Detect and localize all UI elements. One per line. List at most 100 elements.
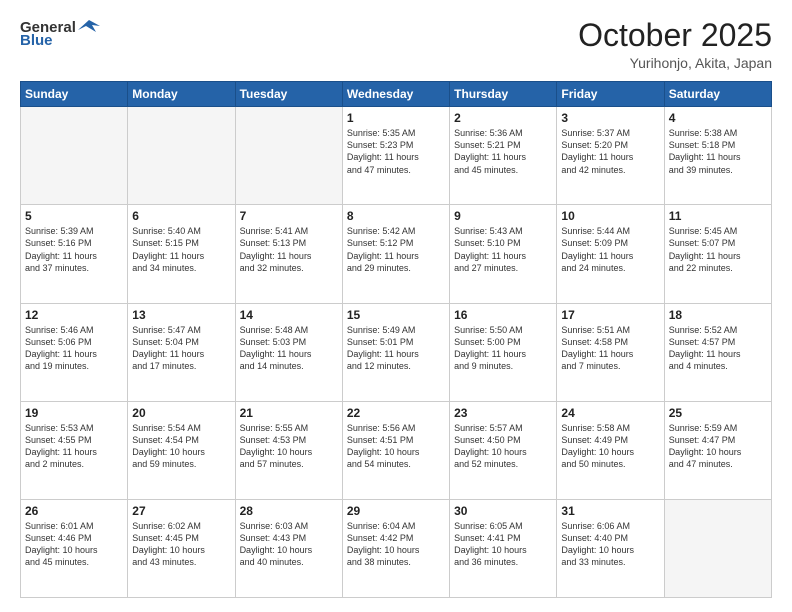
cell-text: Sunrise: 6:03 AM Sunset: 4:43 PM Dayligh… bbox=[240, 520, 338, 569]
cell-text: Sunrise: 5:47 AM Sunset: 5:04 PM Dayligh… bbox=[132, 324, 230, 373]
week-row-3: 19 Sunrise: 5:53 AM Sunset: 4:55 PM Dayli… bbox=[21, 401, 772, 499]
calendar-cell: 31 Sunrise: 6:06 AM Sunset: 4:40 PM Dayli… bbox=[557, 499, 664, 597]
day-number: 14 bbox=[240, 308, 338, 322]
calendar-cell bbox=[664, 499, 771, 597]
day-number: 4 bbox=[669, 111, 767, 125]
day-number: 10 bbox=[561, 209, 659, 223]
day-number: 12 bbox=[25, 308, 123, 322]
week-row-0: 1 Sunrise: 5:35 AM Sunset: 5:23 PM Daylig… bbox=[21, 107, 772, 205]
logo-bird-icon bbox=[78, 18, 100, 36]
day-number: 9 bbox=[454, 209, 552, 223]
cell-text: Sunrise: 5:51 AM Sunset: 4:58 PM Dayligh… bbox=[561, 324, 659, 373]
calendar-cell: 8 Sunrise: 5:42 AM Sunset: 5:12 PM Daylig… bbox=[342, 205, 449, 303]
day-number: 21 bbox=[240, 406, 338, 420]
calendar-cell: 4 Sunrise: 5:38 AM Sunset: 5:18 PM Daylig… bbox=[664, 107, 771, 205]
cell-text: Sunrise: 5:55 AM Sunset: 4:53 PM Dayligh… bbox=[240, 422, 338, 471]
cell-text: Sunrise: 5:57 AM Sunset: 4:50 PM Dayligh… bbox=[454, 422, 552, 471]
cell-text: Sunrise: 6:02 AM Sunset: 4:45 PM Dayligh… bbox=[132, 520, 230, 569]
calendar-cell: 27 Sunrise: 6:02 AM Sunset: 4:45 PM Dayli… bbox=[128, 499, 235, 597]
calendar-cell: 13 Sunrise: 5:47 AM Sunset: 5:04 PM Dayli… bbox=[128, 303, 235, 401]
calendar-cell: 17Sunrise: 5:51 AM Sunset: 4:58 PM Dayli… bbox=[557, 303, 664, 401]
weekday-header-monday: Monday bbox=[128, 82, 235, 107]
title-block: October 2025 Yurihonjo, Akita, Japan bbox=[578, 18, 772, 71]
day-number: 1 bbox=[347, 111, 445, 125]
day-number: 31 bbox=[561, 504, 659, 518]
weekday-header-friday: Friday bbox=[557, 82, 664, 107]
calendar-cell: 15Sunrise: 5:49 AM Sunset: 5:01 PM Dayli… bbox=[342, 303, 449, 401]
cell-text: Sunrise: 5:53 AM Sunset: 4:55 PM Dayligh… bbox=[25, 422, 123, 471]
month-title: October 2025 bbox=[578, 18, 772, 53]
cell-text: Sunrise: 6:06 AM Sunset: 4:40 PM Dayligh… bbox=[561, 520, 659, 569]
cell-text: Sunrise: 5:39 AM Sunset: 5:16 PM Dayligh… bbox=[25, 225, 123, 274]
cell-text: Sunrise: 6:04 AM Sunset: 4:42 PM Dayligh… bbox=[347, 520, 445, 569]
day-number: 7 bbox=[240, 209, 338, 223]
calendar-cell: 21 Sunrise: 5:55 AM Sunset: 4:53 PM Dayli… bbox=[235, 401, 342, 499]
day-number: 25 bbox=[669, 406, 767, 420]
cell-text: Sunrise: 5:36 AM Sunset: 5:21 PM Dayligh… bbox=[454, 127, 552, 176]
week-row-2: 12 Sunrise: 5:46 AM Sunset: 5:06 PM Dayli… bbox=[21, 303, 772, 401]
cell-text: Sunrise: 5:58 AM Sunset: 4:49 PM Dayligh… bbox=[561, 422, 659, 471]
day-number: 20 bbox=[132, 406, 230, 420]
calendar-cell bbox=[21, 107, 128, 205]
cell-text: Sunrise: 5:50 AM Sunset: 5:00 PM Dayligh… bbox=[454, 324, 552, 373]
calendar-cell: 14 Sunrise: 5:48 AM Sunset: 5:03 PM Dayli… bbox=[235, 303, 342, 401]
calendar-cell: 22Sunrise: 5:56 AM Sunset: 4:51 PM Dayli… bbox=[342, 401, 449, 499]
day-number: 15 bbox=[347, 308, 445, 322]
calendar-cell: 30Sunrise: 6:05 AM Sunset: 4:41 PM Dayli… bbox=[450, 499, 557, 597]
cell-text: Sunrise: 5:44 AM Sunset: 5:09 PM Dayligh… bbox=[561, 225, 659, 274]
cell-text: Sunrise: 5:54 AM Sunset: 4:54 PM Dayligh… bbox=[132, 422, 230, 471]
calendar-cell: 28Sunrise: 6:03 AM Sunset: 4:43 PM Dayli… bbox=[235, 499, 342, 597]
cell-text: Sunrise: 5:46 AM Sunset: 5:06 PM Dayligh… bbox=[25, 324, 123, 373]
day-number: 6 bbox=[132, 209, 230, 223]
week-row-4: 26 Sunrise: 6:01 AM Sunset: 4:46 PM Dayli… bbox=[21, 499, 772, 597]
calendar-cell: 5 Sunrise: 5:39 AM Sunset: 5:16 PM Daylig… bbox=[21, 205, 128, 303]
calendar-cell: 24Sunrise: 5:58 AM Sunset: 4:49 PM Dayli… bbox=[557, 401, 664, 499]
weekday-header-saturday: Saturday bbox=[664, 82, 771, 107]
cell-text: Sunrise: 5:35 AM Sunset: 5:23 PM Dayligh… bbox=[347, 127, 445, 176]
day-number: 3 bbox=[561, 111, 659, 125]
weekday-header-tuesday: Tuesday bbox=[235, 82, 342, 107]
page: General Blue October 2025 Yurihonjo, Aki… bbox=[0, 0, 792, 612]
week-row-1: 5 Sunrise: 5:39 AM Sunset: 5:16 PM Daylig… bbox=[21, 205, 772, 303]
weekday-header-thursday: Thursday bbox=[450, 82, 557, 107]
calendar-cell: 23 Sunrise: 5:57 AM Sunset: 4:50 PM Dayli… bbox=[450, 401, 557, 499]
day-number: 26 bbox=[25, 504, 123, 518]
cell-text: Sunrise: 6:01 AM Sunset: 4:46 PM Dayligh… bbox=[25, 520, 123, 569]
day-number: 29 bbox=[347, 504, 445, 518]
day-number: 18 bbox=[669, 308, 767, 322]
cell-text: Sunrise: 5:43 AM Sunset: 5:10 PM Dayligh… bbox=[454, 225, 552, 274]
location: Yurihonjo, Akita, Japan bbox=[578, 55, 772, 71]
calendar-cell: 3Sunrise: 5:37 AM Sunset: 5:20 PM Daylig… bbox=[557, 107, 664, 205]
day-number: 5 bbox=[25, 209, 123, 223]
day-number: 23 bbox=[454, 406, 552, 420]
logo-blue: Blue bbox=[20, 32, 53, 49]
calendar-cell: 2Sunrise: 5:36 AM Sunset: 5:21 PM Daylig… bbox=[450, 107, 557, 205]
calendar-cell: 6Sunrise: 5:40 AM Sunset: 5:15 PM Daylig… bbox=[128, 205, 235, 303]
day-number: 13 bbox=[132, 308, 230, 322]
day-number: 8 bbox=[347, 209, 445, 223]
cell-text: Sunrise: 5:59 AM Sunset: 4:47 PM Dayligh… bbox=[669, 422, 767, 471]
day-number: 22 bbox=[347, 406, 445, 420]
calendar-cell: 7 Sunrise: 5:41 AM Sunset: 5:13 PM Daylig… bbox=[235, 205, 342, 303]
calendar-cell: 1 Sunrise: 5:35 AM Sunset: 5:23 PM Daylig… bbox=[342, 107, 449, 205]
cell-text: Sunrise: 5:48 AM Sunset: 5:03 PM Dayligh… bbox=[240, 324, 338, 373]
calendar-cell: 25 Sunrise: 5:59 AM Sunset: 4:47 PM Dayli… bbox=[664, 401, 771, 499]
day-number: 16 bbox=[454, 308, 552, 322]
calendar-cell bbox=[235, 107, 342, 205]
calendar-cell: 11Sunrise: 5:45 AM Sunset: 5:07 PM Dayli… bbox=[664, 205, 771, 303]
calendar-table: SundayMondayTuesdayWednesdayThursdayFrid… bbox=[20, 81, 772, 598]
day-number: 19 bbox=[25, 406, 123, 420]
weekday-header-row: SundayMondayTuesdayWednesdayThursdayFrid… bbox=[21, 82, 772, 107]
cell-text: Sunrise: 5:41 AM Sunset: 5:13 PM Dayligh… bbox=[240, 225, 338, 274]
logo: General Blue bbox=[20, 18, 100, 49]
calendar-cell: 20 Sunrise: 5:54 AM Sunset: 4:54 PM Dayli… bbox=[128, 401, 235, 499]
calendar-cell: 26 Sunrise: 6:01 AM Sunset: 4:46 PM Dayli… bbox=[21, 499, 128, 597]
day-number: 27 bbox=[132, 504, 230, 518]
day-number: 30 bbox=[454, 504, 552, 518]
calendar-cell: 16 Sunrise: 5:50 AM Sunset: 5:00 PM Dayli… bbox=[450, 303, 557, 401]
cell-text: Sunrise: 5:38 AM Sunset: 5:18 PM Dayligh… bbox=[669, 127, 767, 176]
weekday-header-sunday: Sunday bbox=[21, 82, 128, 107]
calendar-cell: 29 Sunrise: 6:04 AM Sunset: 4:42 PM Dayli… bbox=[342, 499, 449, 597]
day-number: 11 bbox=[669, 209, 767, 223]
cell-text: Sunrise: 5:42 AM Sunset: 5:12 PM Dayligh… bbox=[347, 225, 445, 274]
